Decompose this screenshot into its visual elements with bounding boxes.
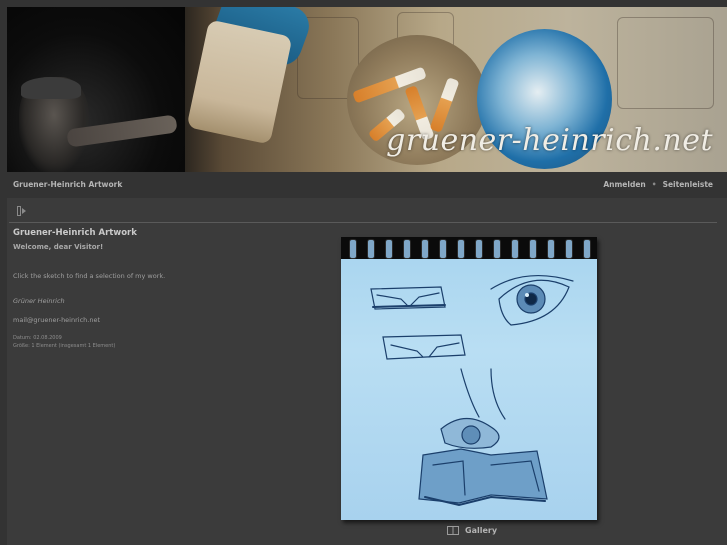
meta-size: Größe: 1 Element (insgesamt 1 Element) <box>13 343 116 349</box>
banner-paint-cup <box>186 19 293 145</box>
spiral-ring <box>457 239 465 259</box>
banner-sketch-doodle <box>617 17 714 109</box>
site-brand-link[interactable]: Gruener-Heinrich Artwork <box>13 180 122 189</box>
notebook-spiral <box>341 237 597 259</box>
spiral-ring <box>547 239 555 259</box>
author-name: Grüner Heinrich <box>13 297 65 305</box>
album-icon <box>447 526 459 535</box>
navbar-links: Anmelden • Seitenleiste <box>603 180 713 189</box>
sidebar-link[interactable]: Seitenleiste <box>663 180 713 189</box>
spiral-ring <box>565 239 573 259</box>
email-link[interactable]: mail@gruener-heinrich.net <box>13 316 333 324</box>
header-banner[interactable]: gruener-heinrich.net <box>7 7 727 172</box>
welcome-text: Welcome, dear Visitor! <box>13 243 104 251</box>
gallery-caption[interactable]: Gallery <box>447 526 497 540</box>
page-title: Gruener-Heinrich Artwork <box>13 228 137 238</box>
content-toolbar <box>9 200 717 223</box>
spiral-ring <box>421 239 429 259</box>
intro-column: Gruener-Heinrich Artwork Welcome, dear V… <box>13 228 333 350</box>
spiral-ring <box>403 239 411 259</box>
spiral-ring <box>475 239 483 259</box>
spiral-ring <box>439 239 447 259</box>
meta-date: Datum: 02.08.2009 <box>13 335 62 341</box>
banner-site-name: gruener-heinrich.net <box>386 123 713 158</box>
spiral-ring <box>493 239 501 259</box>
main-content: Gruener-Heinrich Artwork Welcome, dear V… <box>7 198 727 545</box>
nav-separator: • <box>651 180 657 189</box>
expand-sidebar-icon[interactable] <box>17 206 27 216</box>
sketch-drawing <box>370 274 574 507</box>
sketch-image-link[interactable] <box>341 237 597 520</box>
intro-text: Click the sketch to find a selection of … <box>13 272 166 280</box>
spiral-ring <box>529 239 537 259</box>
top-navbar: Gruener-Heinrich Artwork Anmelden • Seiten… <box>7 172 727 198</box>
login-link[interactable]: Anmelden <box>603 180 645 189</box>
spiral-ring <box>583 239 591 259</box>
spiral-ring <box>385 239 393 259</box>
spiral-ring <box>367 239 375 259</box>
spiral-ring <box>511 239 519 259</box>
gallery-label[interactable]: Gallery <box>465 526 497 535</box>
banner-person-hat <box>21 77 81 99</box>
spiral-ring <box>349 239 357 259</box>
